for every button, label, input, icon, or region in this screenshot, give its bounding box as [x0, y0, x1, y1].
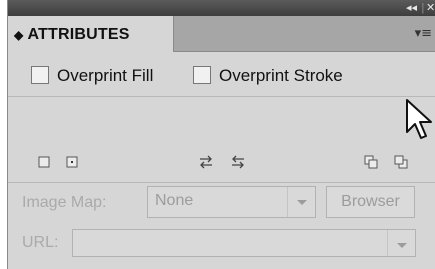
attribute-square-icon[interactable]: [36, 154, 52, 170]
panel-menu-icon[interactable]: ▾≡: [415, 26, 432, 41]
titlebar-divider: |: [421, 1, 425, 14]
attributes-panel: ◂◂ | ✕ ◆ ATTRIBUTES ▾≡ Overprint Fill Ove…: [7, 0, 435, 269]
image-map-selected-value: None: [155, 192, 194, 209]
close-icon[interactable]: ✕: [426, 1, 435, 15]
tab-attributes[interactable]: ◆ ATTRIBUTES: [8, 16, 174, 52]
image-map-row: Image Map: None Browser: [8, 183, 435, 225]
swap-arrows-icon[interactable]: [198, 154, 214, 170]
overprint-stroke-checkbox[interactable]: [193, 66, 211, 84]
stack-down-icon[interactable]: [393, 154, 409, 170]
overprint-row: Overprint Fill Overprint Stroke: [8, 52, 435, 97]
overprint-fill-label: Overprint Fill: [57, 66, 154, 85]
url-combobox[interactable]: [72, 229, 416, 257]
url-label: URL:: [22, 234, 59, 251]
chevron-down-icon: [287, 187, 315, 217]
tab-title: ATTRIBUTES: [27, 26, 130, 43]
overprint-stroke-label: Overprint Stroke: [219, 66, 343, 85]
chevron-down-icon[interactable]: [387, 230, 415, 256]
stack-up-icon[interactable]: [363, 154, 379, 170]
image-map-label: Image Map:: [22, 194, 107, 211]
overprint-fill-checkbox[interactable]: [31, 66, 49, 84]
attribute-square-dot-icon[interactable]: [64, 154, 80, 170]
tab-sort-arrows-icon: ◆: [14, 28, 24, 42]
swap-arrows-alt-icon[interactable]: [230, 154, 246, 170]
panel-tab-row: ◆ ATTRIBUTES ▾≡: [8, 16, 435, 52]
attribute-icon-row: [8, 140, 435, 183]
panel-titlebar: ◂◂ | ✕: [8, 0, 435, 16]
browser-button[interactable]: Browser: [326, 186, 415, 218]
image-map-select[interactable]: None: [147, 186, 316, 218]
mouse-pointer-icon: [406, 99, 432, 139]
double-left-chevron-icon[interactable]: ◂◂: [406, 1, 417, 15]
